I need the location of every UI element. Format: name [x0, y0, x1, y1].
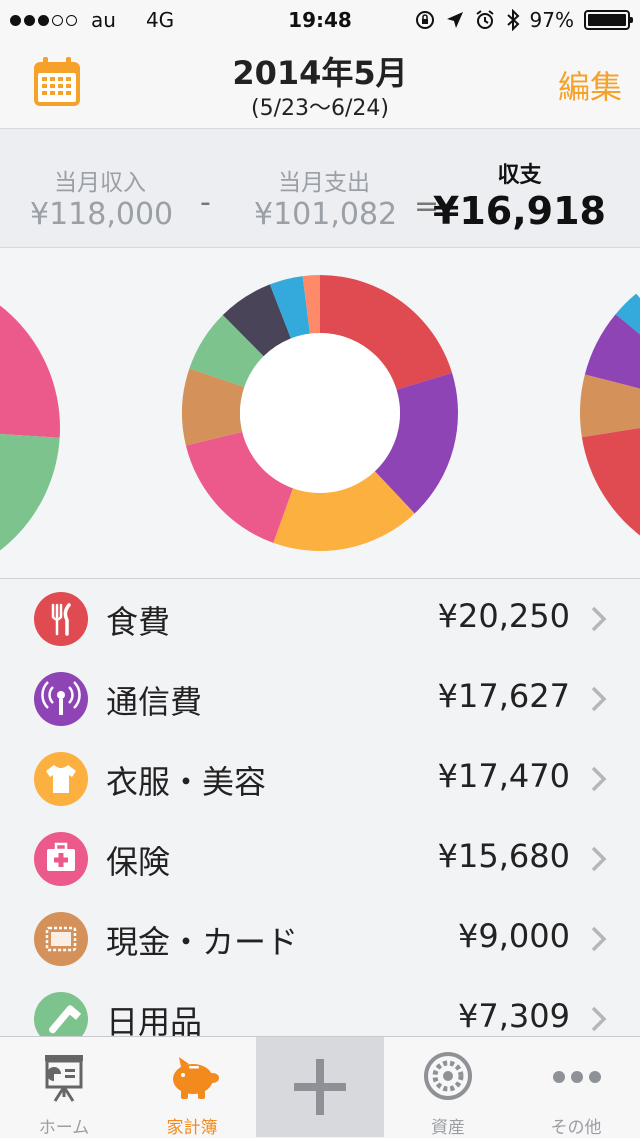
- category-name: 衣服・美容: [106, 763, 267, 801]
- category-list: 食費 ¥20,250 通信費 ¥17,627 衣服・美容 ¥17,470 保険 ¥15,680…: [0, 579, 640, 1036]
- category-amount: ¥17,470: [437, 757, 570, 795]
- navigation-bar: 2014年5月 (5/23〜6/24) 編集: [0, 40, 640, 129]
- gauge-icon: [424, 1052, 472, 1100]
- category-icon-badge: [34, 752, 88, 806]
- battery-percent: 97%: [529, 8, 574, 32]
- period-range: (5/23〜6/24): [251, 96, 389, 121]
- category-row[interactable]: 現金・カード ¥9,000: [0, 899, 640, 979]
- piggy-bank-icon: [173, 1057, 219, 1099]
- more-dots-icon: [553, 1071, 601, 1083]
- category-icon-badge: [34, 592, 88, 646]
- income-label: 当月収入: [54, 170, 146, 196]
- tab-other[interactable]: その他: [512, 1037, 640, 1138]
- category-row[interactable]: 保険 ¥15,680: [0, 819, 640, 899]
- chevron-right-icon: [591, 1006, 607, 1032]
- wallet-icon: [45, 926, 77, 952]
- category-icon-badge: [34, 992, 88, 1036]
- battery-icon: [584, 10, 633, 30]
- category-row[interactable]: 衣服・美容 ¥17,470: [0, 739, 640, 819]
- category-row[interactable]: 通信費 ¥17,627: [0, 659, 640, 739]
- tab-home[interactable]: ホーム: [0, 1037, 128, 1138]
- chart-carousel[interactable]: [0, 248, 640, 579]
- category-name: 食費: [106, 603, 171, 641]
- minus-sign: -: [200, 185, 211, 220]
- category-name: 日用品: [106, 1003, 203, 1036]
- tab-assets[interactable]: 資産: [384, 1037, 512, 1138]
- tab-household-account-label: 家計簿: [166, 1118, 218, 1138]
- tab-bar: ホーム 家計簿 資産 その他: [0, 1036, 640, 1138]
- bluetooth-icon: [506, 9, 519, 31]
- fork-knife-icon: [51, 603, 71, 636]
- balance-value: ¥16,918: [432, 189, 606, 233]
- income-summary: 当月収入 ¥118,000: [30, 163, 174, 232]
- prev-month-pie-slice[interactable]: [0, 273, 60, 438]
- prev-month-pie-slice[interactable]: [0, 428, 60, 578]
- donut-hole: [240, 333, 400, 493]
- expense-summary: 当月支出 ¥101,082: [254, 163, 398, 232]
- expense-donut-chart[interactable]: [0, 248, 640, 578]
- tab-home-label: ホーム: [38, 1118, 90, 1138]
- category-amount: ¥7,309: [458, 997, 570, 1035]
- category-name: 保険: [106, 843, 171, 881]
- page-title: 2014年5月: [232, 54, 408, 92]
- chevron-right-icon: [591, 766, 607, 792]
- category-row[interactable]: 日用品 ¥7,309: [0, 979, 640, 1036]
- tab-assets-label: 資産: [431, 1118, 465, 1138]
- rotation-lock-icon: [415, 11, 434, 29]
- category-amount: ¥17,627: [437, 677, 570, 715]
- category-icon-badge: [34, 672, 88, 726]
- category-amount: ¥9,000: [458, 917, 570, 955]
- category-amount: ¥20,250: [437, 597, 570, 635]
- balance-summary: 収支 ¥16,918: [433, 157, 606, 233]
- antenna-icon: [41, 681, 81, 715]
- chevron-right-icon: [591, 846, 607, 872]
- chevron-right-icon: [591, 686, 607, 712]
- edit-button[interactable]: 編集: [558, 62, 622, 108]
- presentation-icon: [45, 1055, 83, 1102]
- income-value: ¥118,000: [30, 197, 174, 232]
- expense-label: 当月支出: [278, 170, 370, 196]
- chevron-right-icon: [591, 926, 607, 952]
- category-row[interactable]: 食費 ¥20,250: [0, 579, 640, 659]
- add-entry-button[interactable]: [256, 1037, 384, 1137]
- category-name: 通信費: [106, 683, 203, 721]
- tab-other-label: その他: [550, 1118, 602, 1138]
- chevron-right-icon: [591, 606, 607, 632]
- category-icon-badge: [34, 912, 88, 966]
- toothbrush-icon: [49, 1005, 82, 1034]
- balance-label: 収支: [497, 163, 542, 188]
- category-icon-badge: [34, 832, 88, 886]
- location-icon: [446, 12, 463, 28]
- plus-icon: [294, 1059, 346, 1115]
- monthly-summary: 当月収入 ¥118,000 - 当月支出 ¥101,082 = 収支 ¥16,9…: [0, 129, 640, 248]
- category-name: 現金・カード: [106, 923, 299, 961]
- tshirt-icon: [46, 765, 76, 793]
- tab-household-account[interactable]: 家計簿: [128, 1037, 256, 1138]
- expense-value: ¥101,082: [254, 197, 398, 232]
- status-bar: au 4G 19:48 97%: [0, 0, 640, 40]
- category-amount: ¥15,680: [437, 837, 570, 875]
- alarm-icon: [475, 10, 494, 29]
- status-right: 97%: [414, 8, 633, 32]
- medkit-icon: [47, 842, 75, 871]
